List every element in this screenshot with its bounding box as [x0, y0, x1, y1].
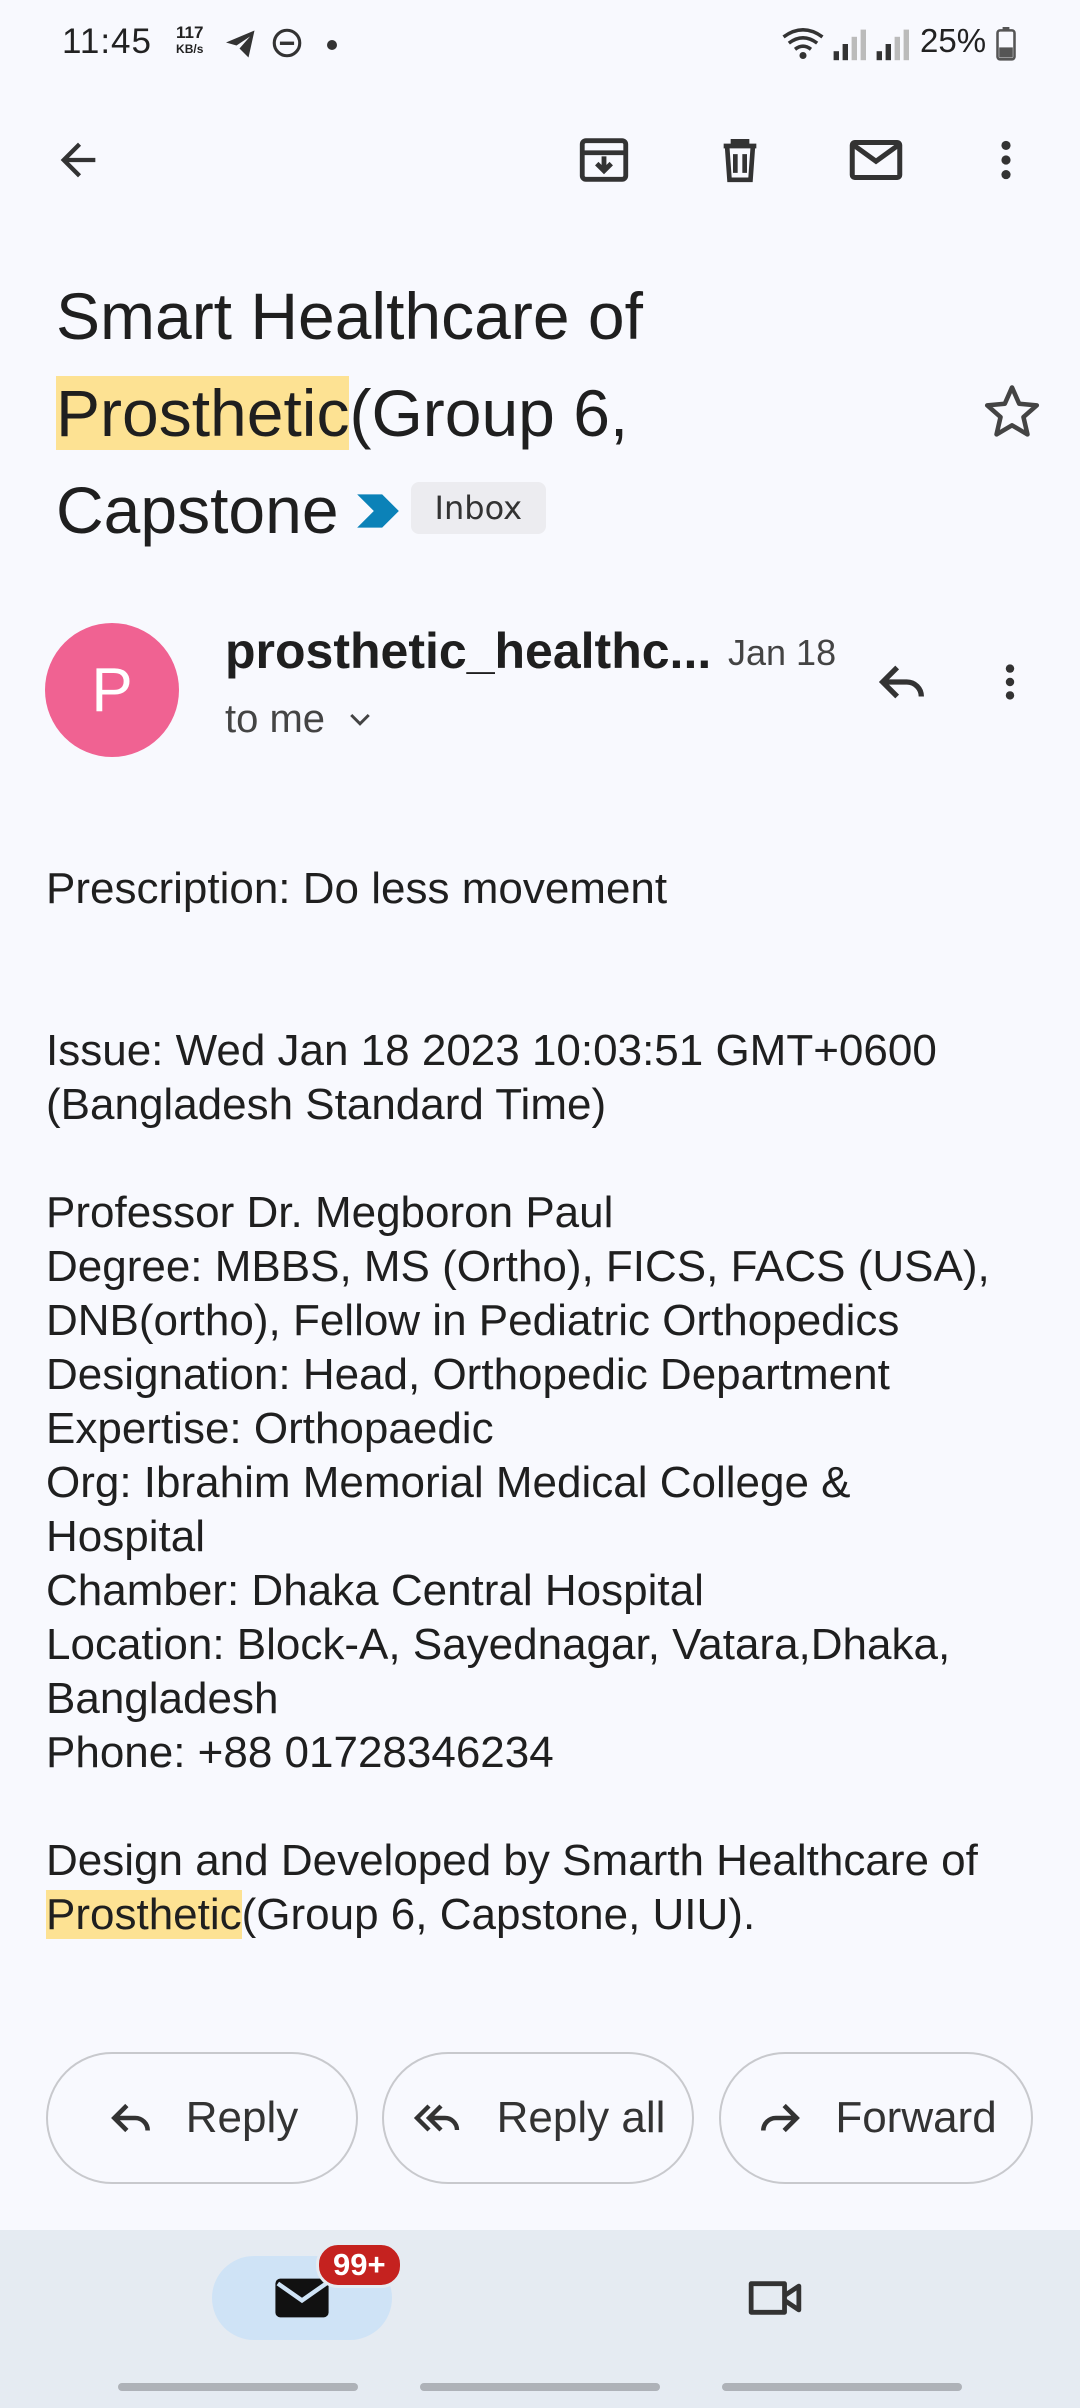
inbox-label-chip[interactable]: Inbox [410, 481, 547, 534]
body-prescription: Prescription: Do less movement [46, 864, 668, 913]
email-toolbar [0, 120, 1080, 210]
reply-all-icon [413, 2104, 459, 2132]
subject-highlight: Prosthetic [56, 376, 350, 450]
system-nav-recents[interactable] [118, 2383, 358, 2391]
recipient-text: to me [225, 697, 326, 741]
reply-icon [110, 2103, 150, 2133]
battery-percent: 25% [920, 22, 987, 59]
unread-count-badge: 99+ [316, 2242, 403, 2288]
footer-line-1: Design and Developed by Smarth Healthcar… [46, 1836, 978, 1885]
more-vert-icon [1001, 140, 1011, 180]
recipient-details-toggle[interactable]: to me [225, 697, 375, 742]
email-date: Jan 18 [728, 632, 837, 673]
back-arrow-icon [60, 142, 96, 178]
email-subject: Smart Healthcare of Prosthetic(Group 6, … [56, 268, 956, 564]
battery-icon [995, 27, 1017, 66]
body-issue: Issue: Wed Jan 18 2023 10:03:51 GMT+0600… [46, 1026, 937, 1129]
bottom-navigation: 99+ [0, 2230, 1080, 2408]
important-marker-icon[interactable] [353, 461, 403, 558]
more-options-button[interactable] [966, 120, 1046, 200]
video-camera-icon [748, 2281, 802, 2315]
network-speed-value: 117 [176, 23, 204, 42]
body-footer: Design and Developed by Smarth Healthcar… [46, 1834, 1046, 1942]
reply-label: Reply [185, 2093, 299, 2142]
message-more-button[interactable] [980, 642, 1040, 722]
delete-icon [723, 139, 757, 183]
footer-highlight: Prosthetic [46, 1890, 242, 1939]
reply-all-label: Reply all [496, 2093, 666, 2142]
body-doctor-details: Professor Dr. Megboron Paul Degree: MBBS… [46, 1188, 990, 1777]
system-nav-back[interactable] [722, 2383, 962, 2391]
quick-reply-button[interactable] [862, 642, 942, 722]
back-button[interactable] [38, 120, 118, 200]
star-button[interactable] [980, 380, 1044, 444]
subject-line-3: Capstone [56, 473, 339, 547]
archive-icon [579, 138, 629, 182]
forward-button[interactable]: Forward [719, 2052, 1033, 2184]
status-bar: 11:45 117 KB/s 25% [0, 0, 1080, 90]
chevron-down-icon [350, 713, 370, 726]
nav-meet-tab[interactable] [735, 2256, 815, 2340]
signal-2-icon [873, 26, 909, 67]
network-speed-unit: KB/s [176, 42, 204, 56]
sender-avatar[interactable]: P [45, 623, 179, 757]
delete-button[interactable] [700, 120, 780, 200]
mark-unread-button[interactable] [836, 120, 916, 200]
mark-unread-icon [849, 140, 903, 180]
archive-button[interactable] [564, 120, 644, 200]
network-speed: 117 KB/s [176, 24, 203, 58]
more-vert-icon [1005, 664, 1015, 700]
forward-icon [761, 2103, 801, 2133]
forward-label: Forward [835, 2093, 997, 2142]
signal-1-icon [830, 26, 866, 67]
wifi-icon [780, 26, 826, 67]
subject-line-1: Smart Healthcare of [56, 279, 643, 353]
do-not-disturb-icon [270, 26, 304, 65]
notification-dot-icon [326, 38, 338, 56]
sender-name[interactable]: prosthetic_healthc... [225, 622, 711, 680]
reply-button[interactable]: Reply [46, 2052, 358, 2184]
reply-icon [878, 665, 924, 699]
reply-all-button[interactable]: Reply all [382, 2052, 694, 2184]
star-icon [984, 385, 1040, 437]
system-nav-home[interactable] [420, 2383, 660, 2391]
footer-rest: (Group 6, Capstone, UIU). [241, 1890, 756, 1939]
subject-line-2: (Group 6, [349, 376, 629, 450]
status-time: 11:45 [62, 22, 152, 61]
telegram-icon [222, 26, 260, 67]
